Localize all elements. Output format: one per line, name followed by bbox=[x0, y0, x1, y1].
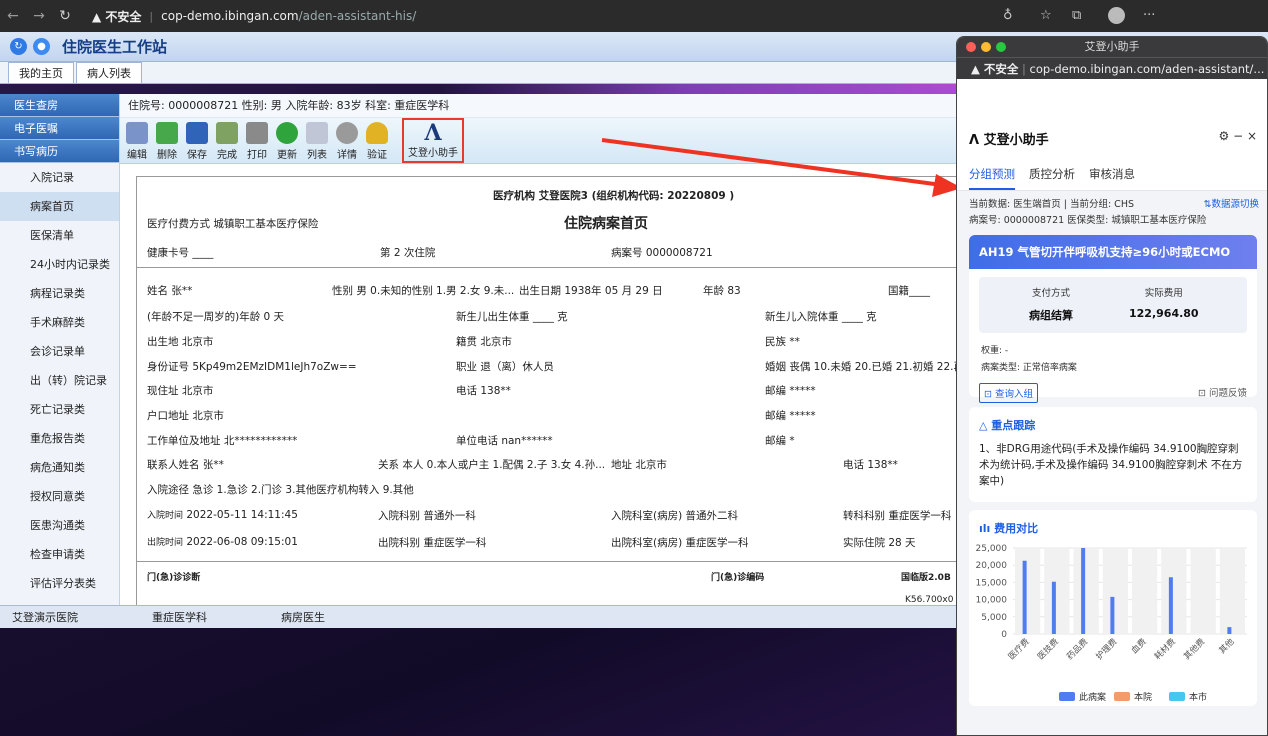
drg-group-title: AH19 气管切开伴呼吸机支持≥96小时或ECMO bbox=[969, 235, 1257, 269]
x-tick-label: 其他 bbox=[1217, 636, 1237, 656]
bar-此病案 bbox=[1081, 548, 1086, 634]
category-band bbox=[1015, 548, 1041, 634]
x-tick-label: 医技费 bbox=[1035, 636, 1061, 662]
bar-此病案 bbox=[1168, 577, 1173, 634]
assistant-window: 艾登小助手 ▲ 不安全 | cop-demo.ibingan.com/aden-… bbox=[956, 36, 1268, 736]
assistant-url: cop-demo.ibingan.com/aden-assistant/... bbox=[1029, 62, 1265, 76]
x-tick-label: 医疗费 bbox=[1006, 636, 1032, 662]
payment-summary: 支付方式病组结算 实际费用 122,964.80 bbox=[979, 277, 1247, 333]
payment-method-label: 支付方式 bbox=[1031, 288, 1070, 299]
assistant-window-titlebar: 艾登小助手 bbox=[957, 37, 1267, 57]
y-tick-label: 0 bbox=[1001, 630, 1007, 640]
insecure-warning: ▲ 不安全 bbox=[971, 62, 1019, 76]
category-band bbox=[1190, 548, 1216, 634]
record-line: 病案号: 0000008721 医保类型: 城镇职工基本医疗保险 bbox=[969, 215, 1207, 226]
divider: | bbox=[1022, 62, 1026, 76]
category-band bbox=[1073, 548, 1099, 634]
y-tick-label: 20,000 bbox=[976, 561, 1008, 571]
maximize-window-icon[interactable] bbox=[996, 42, 1006, 52]
arrow-line bbox=[601, 138, 943, 187]
focus-title: △ 重点跟踪 bbox=[979, 419, 1036, 432]
assistant-address-bar[interactable]: ▲ 不安全 | cop-demo.ibingan.com/aden-assist… bbox=[957, 57, 1267, 79]
tab-audit-messages[interactable]: 审核消息 bbox=[1089, 159, 1135, 190]
bar-此病案 bbox=[1051, 581, 1056, 634]
legend-label: 此病案 bbox=[1079, 691, 1106, 703]
current-data: 当前数据: 医生端首页 | 当前分组: CHS bbox=[969, 199, 1134, 210]
y-tick-label: 10,000 bbox=[976, 596, 1008, 606]
weight-line: 权重: - bbox=[981, 346, 1009, 356]
drg-card: AH19 气管切开伴呼吸机支持≥96小时或ECMO 支付方式病组结算 实际费用 1… bbox=[969, 235, 1257, 403]
close-window-icon[interactable] bbox=[966, 42, 976, 52]
actual-cost-box: 实际费用 122,964.80 bbox=[1129, 285, 1199, 320]
bar-此病案 bbox=[1022, 560, 1027, 634]
minimize-window-icon[interactable] bbox=[981, 42, 991, 52]
datasource-switch-link[interactable]: ⇅数据源切换 bbox=[1204, 197, 1259, 213]
x-tick-label: 药品费 bbox=[1064, 636, 1090, 662]
assistant-brand-label: 艾登小助手 bbox=[983, 133, 1049, 148]
y-tick-label: 5,000 bbox=[981, 613, 1007, 623]
assistant-body: Λ 艾登小助手 ⚙ − × 分组预测 质控分析 审核消息 当前数据: 医生端首页… bbox=[957, 79, 1267, 735]
category-band bbox=[1132, 548, 1158, 634]
payment-method-value: 病组结算 bbox=[1029, 309, 1073, 322]
y-tick-label: 15,000 bbox=[976, 578, 1008, 588]
chart-title: ılı 费用对比 bbox=[979, 522, 1039, 535]
brand-logo-icon: Λ bbox=[969, 133, 980, 148]
assistant-header: Λ 艾登小助手 ⚙ − × bbox=[957, 79, 1267, 159]
panel-controls[interactable]: ⚙ − × bbox=[1219, 129, 1258, 143]
legend-swatch bbox=[1114, 692, 1130, 701]
cost-bar-chart: 25,000 20,000 15,000 10,000 5,000 0医疗费 医技费 药品费护… bbox=[976, 544, 1247, 703]
focus-card: △ 重点跟踪 1、非DRG用途代码(手术及操作编码 34.9100胸腔穿刺术为统… bbox=[969, 407, 1257, 502]
x-tick-label: 血费 bbox=[1129, 636, 1149, 656]
bar-此病案 bbox=[1227, 627, 1232, 634]
y-tick-label: 25,000 bbox=[976, 544, 1008, 554]
x-tick-label: 耗材费 bbox=[1152, 636, 1178, 662]
assistant-window-title: 艾登小助手 bbox=[1084, 40, 1140, 53]
focus-text: 1、非DRG用途代码(手术及操作编码 34.9100胸腔穿刺术为统计码,手术及操… bbox=[979, 443, 1243, 487]
category-band bbox=[1102, 548, 1128, 634]
tab-quality-analysis[interactable]: 质控分析 bbox=[1029, 159, 1075, 190]
query-group-button[interactable]: ⊡ 查询入组 bbox=[979, 383, 1038, 403]
actual-cost-value: 122,964.80 bbox=[1129, 307, 1199, 320]
assistant-tabs: 分组预测 质控分析 审核消息 bbox=[957, 159, 1267, 191]
case-type-line: 病案类型: 正常倍率病案 bbox=[981, 363, 1077, 373]
tab-group-prediction[interactable]: 分组预测 bbox=[969, 159, 1015, 190]
x-tick-label: 护理费 bbox=[1094, 636, 1120, 662]
current-data-line: 当前数据: 医生端首页 | 当前分组: CHS ⇅数据源切换 bbox=[957, 197, 1267, 213]
actual-cost-label: 实际费用 bbox=[1144, 288, 1183, 299]
feedback-link[interactable]: ⊡ 问题反馈 bbox=[1198, 385, 1247, 399]
legend-label: 本院 bbox=[1134, 691, 1152, 703]
card-actions: ⊡ 查询入组 ⊡ 问题反馈 bbox=[969, 379, 1257, 407]
category-band bbox=[1044, 548, 1070, 634]
bar-此病案 bbox=[1110, 596, 1115, 634]
legend-label: 本市 bbox=[1189, 691, 1207, 703]
category-band bbox=[1219, 548, 1245, 634]
payment-method-box: 支付方式 病组结算 bbox=[1029, 285, 1073, 323]
legend-swatch bbox=[1059, 692, 1075, 701]
category-band bbox=[1161, 548, 1187, 634]
x-tick-label: 其他费 bbox=[1181, 636, 1207, 662]
legend-swatch bbox=[1169, 692, 1185, 701]
cost-chart-card: ılı 费用对比 25,000 20,000 15,000 10,000 5,000 0 医… bbox=[969, 510, 1257, 706]
assistant-brand: Λ 艾登小助手 bbox=[969, 129, 1049, 148]
